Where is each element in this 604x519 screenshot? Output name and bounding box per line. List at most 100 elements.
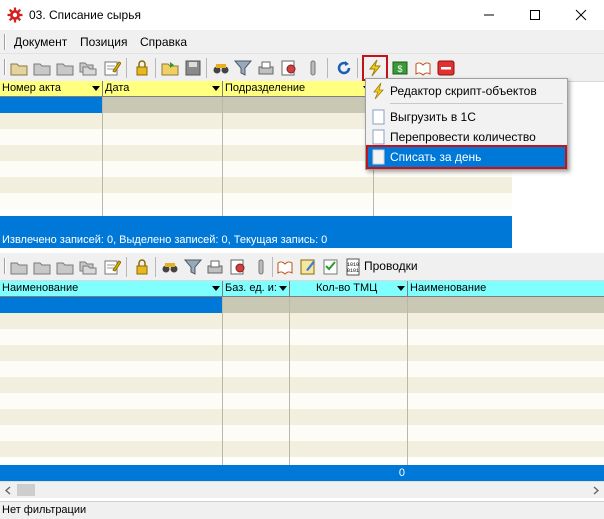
scroll-thumb[interactable] — [17, 484, 35, 496]
selected-cell[interactable] — [0, 97, 102, 113]
column-date[interactable]: Дата — [103, 81, 223, 97]
table-row[interactable] — [0, 409, 604, 425]
table-row[interactable] — [0, 297, 604, 313]
app-gear-icon — [7, 7, 23, 23]
lightning-icon — [373, 83, 384, 99]
top-grid-status: Извлечено записей: 0, Выделено записей: … — [0, 233, 512, 248]
svg-text:0101: 0101 — [347, 268, 359, 274]
menu-separator — [390, 103, 563, 104]
folder-open-icon[interactable] — [56, 59, 74, 77]
print-icon[interactable] — [206, 258, 224, 276]
refresh-icon[interactable] — [335, 59, 353, 77]
dropdown-arrow-icon[interactable] — [92, 86, 100, 91]
dropdown-arrow-icon[interactable] — [212, 86, 220, 91]
folder-icon[interactable] — [10, 59, 28, 77]
close-button[interactable] — [558, 0, 604, 30]
column-name[interactable]: Наименование — [0, 281, 223, 297]
menu-item-recalculate[interactable]: Перепровести количество — [368, 127, 565, 147]
checklist-icon[interactable] — [322, 258, 340, 276]
horizontal-scrollbar[interactable] — [0, 481, 604, 498]
scroll-right-icon[interactable] — [592, 486, 600, 495]
book-icon[interactable] — [414, 59, 432, 77]
column-base-unit[interactable]: Баз. ед. и: — [223, 281, 290, 297]
menu-position[interactable]: Позиция — [80, 35, 127, 49]
table-row[interactable] — [0, 193, 512, 209]
selected-cell[interactable] — [0, 297, 222, 313]
column-act-number[interactable]: Номер акта — [0, 81, 103, 97]
column-label: Кол-во ТМЦ — [316, 282, 378, 294]
toolbar-separator — [272, 257, 273, 277]
provodki-button[interactable]: Проводки — [364, 259, 418, 273]
filter-icon[interactable] — [234, 59, 252, 77]
print-icon[interactable] — [257, 59, 275, 77]
minimize-button[interactable] — [466, 0, 512, 30]
folder-new-icon[interactable] — [33, 258, 51, 276]
preview-icon[interactable] — [229, 258, 247, 276]
window-title: 03. Списание сырья — [29, 8, 141, 22]
edit-sign-icon[interactable] — [299, 258, 317, 276]
book-icon[interactable] — [276, 258, 294, 276]
clip-icon[interactable] — [252, 258, 270, 276]
dropdown-arrow-icon[interactable] — [397, 286, 405, 291]
bottom-grid[interactable]: Наименование Баз. ед. и: Кол-во ТМЦ Наим… — [0, 281, 604, 481]
blank-doc-icon — [372, 149, 385, 165]
exchange-icon[interactable]: $ — [391, 59, 409, 77]
column-name-2[interactable]: Наименование — [408, 281, 604, 297]
dropdown-arrow-icon[interactable] — [212, 286, 220, 291]
clip-icon[interactable] — [304, 59, 322, 77]
menu-document[interactable]: Документ — [14, 35, 67, 49]
lock-icon[interactable] — [133, 59, 151, 77]
table-row[interactable] — [0, 329, 604, 345]
blank-doc-icon — [372, 109, 385, 125]
folder-icon[interactable] — [10, 258, 28, 276]
folders-icon[interactable] — [79, 258, 97, 276]
menu-item-export-1c[interactable]: Выгрузить в 1С — [368, 107, 565, 127]
toolbar-grip — [4, 59, 6, 75]
table-row[interactable] — [0, 177, 512, 193]
table-row[interactable] — [0, 361, 604, 377]
menu-item-writeoff-day[interactable]: Списать за день — [366, 145, 567, 169]
scroll-left-icon[interactable] — [4, 486, 12, 495]
menu-grip — [4, 34, 6, 50]
svg-text:$: $ — [397, 64, 402, 74]
stop-icon[interactable] — [437, 59, 455, 77]
maximize-button[interactable] — [512, 0, 558, 30]
save-icon[interactable] — [184, 59, 202, 77]
grid-line — [222, 297, 223, 465]
table-row[interactable] — [0, 393, 604, 409]
column-label: Номер акта — [2, 82, 62, 94]
folders-icon[interactable] — [79, 59, 97, 77]
edit-icon[interactable] — [103, 59, 121, 77]
column-department[interactable]: Подразделение — [223, 81, 374, 97]
toolbar-separator — [126, 58, 127, 78]
lock-icon[interactable] — [133, 258, 151, 276]
binoculars-icon[interactable] — [212, 59, 230, 77]
bottom-grid-total-row: 0 — [0, 465, 604, 481]
table-row[interactable] — [0, 425, 604, 441]
open-folder-arrow-icon[interactable] — [161, 59, 179, 77]
table-row[interactable] — [0, 441, 604, 457]
toolbar-separator — [357, 58, 358, 78]
minimize-icon — [484, 14, 494, 16]
binoculars-icon[interactable] — [161, 258, 179, 276]
toolbar-separator — [206, 58, 207, 78]
column-label: Баз. ед. и: — [225, 282, 277, 294]
folder-new-icon[interactable] — [33, 59, 51, 77]
filter-icon[interactable] — [184, 258, 202, 276]
grid-line — [289, 297, 290, 465]
column-quantity[interactable]: Кол-во ТМЦ — [290, 281, 408, 297]
table-row[interactable] — [0, 377, 604, 393]
table-row[interactable] — [0, 345, 604, 361]
column-label: Дата — [105, 82, 130, 94]
table-row[interactable] — [0, 313, 604, 329]
binary-doc-icon[interactable]: 10100101 — [345, 258, 363, 276]
menu-help[interactable]: Справка — [140, 35, 187, 49]
grid-line — [222, 97, 223, 233]
edit-icon[interactable] — [103, 258, 121, 276]
preview-icon[interactable] — [280, 59, 298, 77]
scripts-dropdown-menu: Редактор скрипт-объектов Выгрузить в 1С … — [365, 78, 568, 170]
toolbar-separator — [126, 257, 127, 277]
dropdown-arrow-icon[interactable] — [279, 286, 287, 291]
menu-item-script-editor[interactable]: Редактор скрипт-объектов — [368, 81, 565, 101]
folder-open-icon[interactable] — [56, 258, 74, 276]
